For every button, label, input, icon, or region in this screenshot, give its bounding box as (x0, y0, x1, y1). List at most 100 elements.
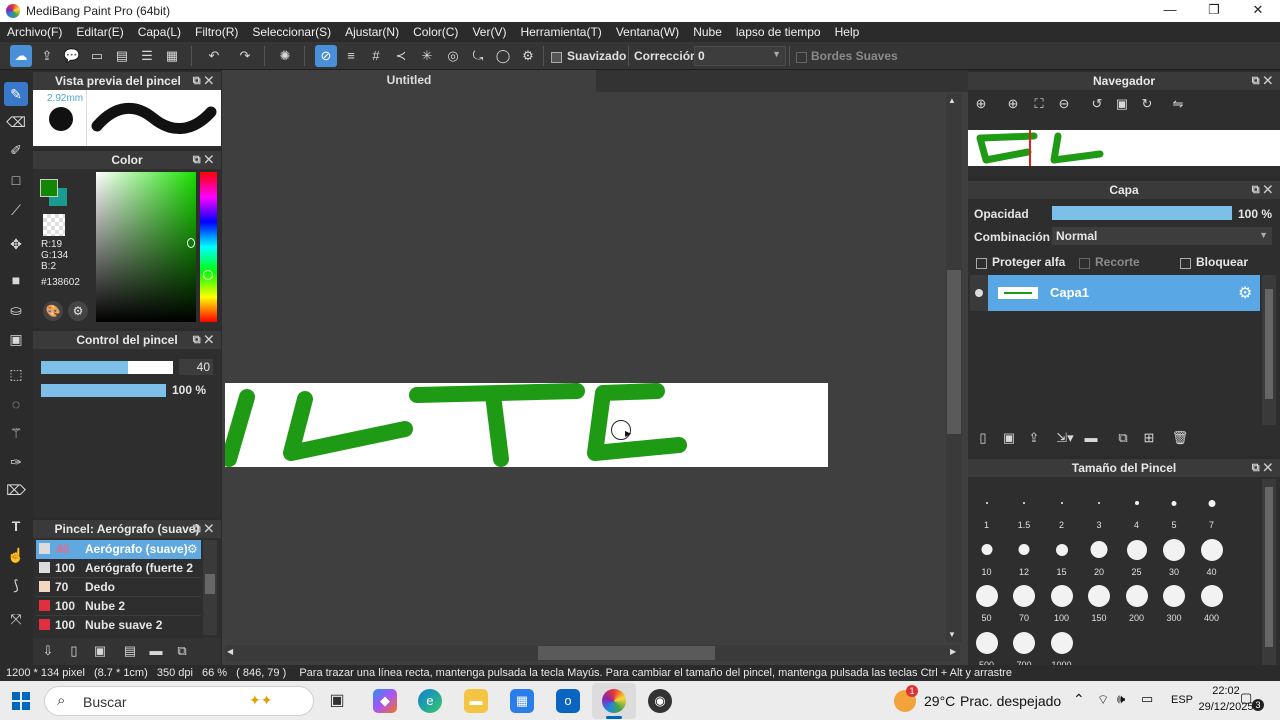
brush-list-item[interactable]: 70 Dedo (36, 578, 201, 597)
brush-size-option[interactable]: 50 (968, 576, 1005, 623)
panel-controls[interactable]: ⧉✕ (1252, 181, 1276, 199)
saturation-value-picker[interactable] (96, 172, 196, 322)
obs-icon[interactable]: ◉ (648, 689, 672, 713)
duplicate-layer-icon[interactable]: ⧉ (1112, 427, 1134, 449)
dot-eraser-icon[interactable]: ✐ (4, 138, 28, 162)
hue-slider[interactable] (200, 172, 217, 322)
layer-opacity-slider[interactable] (1052, 206, 1232, 220)
menu-lapso[interactable]: lapso de tiempo (729, 22, 828, 42)
fill-rect-icon[interactable]: ■ (4, 268, 28, 292)
zoom-out-icon[interactable]: ⊖ (1053, 93, 1075, 115)
brush-size-option[interactable]: 25 (1118, 530, 1155, 577)
zoom-in-icon[interactable]: ⊕ (970, 93, 992, 115)
cloud-download-icon[interactable]: ⇩ (37, 640, 59, 662)
concentric-snap-icon[interactable]: ◎ (442, 45, 464, 67)
merge-layer-icon[interactable]: ⊞ (1138, 427, 1160, 449)
minimize-button[interactable]: — (1148, 0, 1192, 22)
wifi-icon[interactable]: ⌔ (1097, 692, 1109, 708)
menu-archivo[interactable]: Archivo(F) (0, 22, 69, 42)
panel-controls[interactable]: ⧉✕ (193, 520, 217, 538)
speech-bubble-icon[interactable]: 💬 (61, 45, 83, 67)
brush-size-option[interactable]: 15 (1043, 530, 1080, 577)
store-icon[interactable]: ▦ (510, 689, 534, 713)
page-icon[interactable]: ▤ (111, 45, 133, 67)
new-halftone-layer-icon[interactable]: ▣ (998, 427, 1020, 449)
taskbar-active-app[interactable] (592, 683, 636, 719)
brush-size-option[interactable]: 10 (968, 530, 1005, 577)
ellipse-snap-icon[interactable]: ◯ (492, 45, 514, 67)
grid-icon[interactable]: ▦ (161, 45, 183, 67)
brush-size-scrollbar[interactable] (1262, 479, 1276, 665)
brush-list-item[interactable]: 100 Nube suave 2 (36, 616, 201, 635)
parallel-snap-icon[interactable]: ≡ (340, 45, 362, 67)
layer-scrollbar-thumb[interactable] (1265, 289, 1273, 399)
operation-tool-icon[interactable]: ☝ (4, 543, 28, 567)
rectangle-tool-icon[interactable]: □ (4, 168, 28, 192)
menu-capa[interactable]: Capa(L) (131, 22, 188, 42)
scroll-up-icon[interactable]: ▲ (948, 96, 956, 105)
scroll-down-icon[interactable]: ▼ (948, 630, 956, 639)
menu-ajustar[interactable]: Ajustar(N) (338, 22, 406, 42)
panel-controls[interactable]: ⧉✕ (1252, 72, 1276, 90)
brush-size-option[interactable]: 200 (1118, 576, 1155, 623)
curve-snap-icon[interactable]: ⤿ (467, 45, 489, 67)
gradient-tool-icon[interactable]: ▣ (4, 327, 28, 351)
vertical-scrollbar-thumb[interactable] (947, 270, 961, 434)
line-tool-icon[interactable]: ⟋ (4, 198, 28, 222)
vertical-scrollbar[interactable]: ▲ ▼ (946, 94, 962, 642)
brush-copy-icon[interactable]: ▤ (119, 640, 141, 662)
new-8bit-layer-icon[interactable]: ⇪ (1023, 427, 1045, 449)
perspective-snap-icon[interactable]: ≺ (390, 45, 412, 67)
menu-nube[interactable]: Nube (686, 22, 729, 42)
brush-size-option[interactable]: 1000 (1043, 623, 1080, 670)
brush-size-option[interactable]: 2 (1043, 483, 1080, 530)
menu-editar[interactable]: Editar(E) (69, 22, 130, 42)
menu-seleccionar[interactable]: Seleccionar(S) (245, 22, 338, 42)
brush-size-option[interactable]: 70 (1006, 576, 1043, 623)
brush-list-scrollbar[interactable] (203, 540, 217, 635)
lock-checkbox[interactable] (1180, 256, 1191, 270)
menu-help[interactable]: Help (828, 22, 867, 42)
panel-controls[interactable]: ⧉✕ (193, 331, 217, 349)
chevron-up-icon[interactable]: ⌃ (1073, 691, 1085, 708)
bucket-tool-icon[interactable]: ⛀ (4, 298, 28, 322)
duplicate-icon[interactable]: ⧉ (171, 640, 193, 662)
new-brush-icon[interactable]: ▯ (63, 640, 85, 662)
horizontal-scrollbar-thumb[interactable] (538, 646, 715, 660)
eraser-tool-icon[interactable]: ⌫ (4, 110, 28, 134)
rotate-right-icon[interactable]: ↻ (1136, 93, 1158, 115)
move-tool-icon[interactable]: ✥ (4, 232, 28, 256)
flip-horizontal-icon[interactable]: ⇋ (1167, 93, 1189, 115)
brush-size-option[interactable]: 400 (1193, 576, 1230, 623)
palette-settings-icon[interactable]: ⚙ (68, 301, 88, 321)
scrollbar-thumb[interactable] (205, 574, 215, 594)
blend-mode-select[interactable]: Normal ▼ (1052, 227, 1272, 245)
brush-list-item[interactable]: 40 Aerógrafo (suave) ⚙ (36, 540, 201, 559)
layer-visibility-toggle[interactable] (970, 275, 988, 311)
taskbar-search[interactable]: ⌕ Buscar ✦✦ (44, 686, 314, 716)
menu-ver[interactable]: Ver(V) (465, 22, 513, 42)
drawing-canvas[interactable]: ▶ (225, 383, 828, 467)
upload-icon[interactable]: ⇪ (36, 45, 58, 67)
windows-start-icon[interactable] (12, 692, 30, 710)
clip-checkbox[interactable] (1079, 256, 1090, 270)
folder-icon[interactable]: ▬ (145, 640, 167, 662)
brush-size-option[interactable]: 500 (968, 623, 1005, 670)
add-layer-dropdown[interactable]: ⇲▾ (1050, 427, 1080, 449)
brush-size-option[interactable]: 150 (1081, 576, 1118, 623)
brush-size-option[interactable]: 3 (1081, 483, 1118, 530)
brush-settings-icon[interactable]: ⚙ (187, 542, 198, 556)
select-eraser-icon[interactable]: ⌦ (4, 478, 28, 502)
horizontal-scrollbar[interactable]: ◀ ▶ (225, 645, 960, 661)
scroll-right-icon[interactable]: ▶ (950, 647, 956, 656)
comment-icon[interactable]: ▭ (86, 45, 108, 67)
foreground-color-swatch[interactable] (40, 179, 58, 197)
bordes-suaves-checkbox[interactable] (796, 50, 807, 64)
brush-size-option[interactable]: 100 (1043, 576, 1080, 623)
eyedropper-tool-icon[interactable]: ⟆ (4, 573, 28, 597)
brush-size-option[interactable]: 30 (1156, 530, 1193, 577)
layer-scrollbar[interactable] (1262, 275, 1276, 425)
battery-icon[interactable]: ▭ (1141, 691, 1153, 707)
brush-size-option[interactable]: 40 (1193, 530, 1230, 577)
select-tool-icon[interactable]: ⬚ (4, 362, 28, 386)
